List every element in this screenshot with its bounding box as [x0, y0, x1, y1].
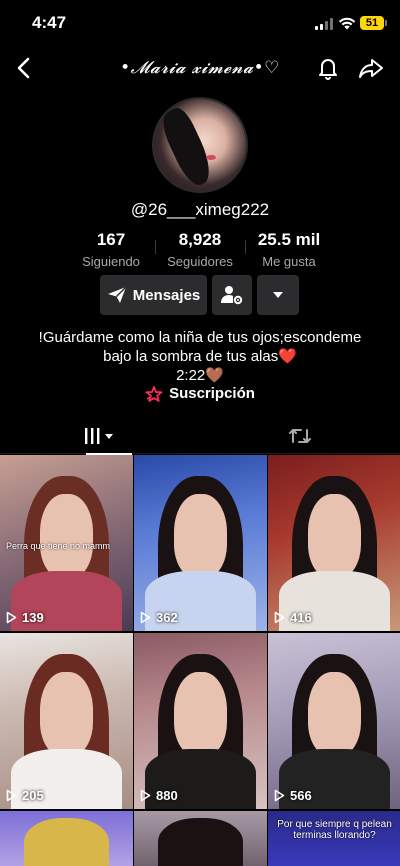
profile-stats: 167 Siguiendo 8,928 Seguidores 25.5 mil … — [0, 230, 400, 270]
tab-reposts[interactable] — [200, 418, 400, 454]
video-grid: Perra que tiene no mamm 139 362 416 205 — [0, 455, 400, 866]
bio-line: bajo la sombra de tus alas❤️ — [103, 348, 297, 365]
video-tile[interactable]: 566 — [268, 633, 400, 809]
tab-videos[interactable] — [0, 418, 200, 455]
view-count-value: 139 — [22, 610, 44, 625]
video-tile[interactable] — [134, 811, 267, 866]
profile-header: •𝓜𝓪𝓻𝓲𝓪 𝔁𝓲𝓶𝓮𝓷𝓪•♡ — [0, 48, 400, 88]
content-tabs — [0, 418, 400, 455]
video-tile[interactable]: Por que siempre q pelean terminas lloran… — [268, 811, 400, 866]
message-button-label: Mensajes — [132, 286, 201, 304]
view-count-value: 880 — [156, 788, 178, 803]
message-button[interactable]: Mensajes — [100, 275, 207, 315]
friend-settings-button[interactable] — [212, 275, 252, 315]
view-count-value: 566 — [290, 788, 312, 803]
video-tile[interactable]: 416 — [268, 455, 400, 631]
view-count-value: 416 — [290, 610, 312, 625]
repost-icon — [289, 429, 311, 443]
notifications-button[interactable] — [316, 54, 340, 82]
share-button[interactable] — [357, 54, 385, 82]
view-count-value: 205 — [22, 788, 44, 803]
video-tile[interactable]: 205 — [0, 633, 133, 809]
share-arrow-icon — [359, 59, 383, 78]
video-tile[interactable]: Perra que tiene no mamm 139 — [0, 455, 133, 631]
play-outline-icon — [274, 611, 285, 624]
status-time: 4:47 — [32, 13, 67, 32]
subscription-label: Suscripción — [169, 385, 255, 402]
stat-label: Me gusta — [262, 254, 316, 269]
view-count: 566 — [274, 788, 312, 803]
view-count-value: 362 — [156, 610, 178, 625]
person-gear-icon — [221, 286, 243, 305]
view-count: 139 — [6, 610, 44, 625]
view-count: 205 — [6, 788, 44, 803]
more-options-button[interactable] — [257, 275, 299, 315]
bio-line: !Guárdame como la niña de tus ojos;escon… — [38, 329, 362, 346]
play-outline-icon — [274, 789, 285, 802]
stat-likes[interactable]: 25.5 mil Me gusta — [229, 230, 349, 269]
caret-down-icon — [273, 292, 283, 298]
video-tile[interactable]: 362 — [134, 455, 267, 631]
play-outline-icon — [140, 611, 151, 624]
page-title: •𝓜𝓪𝓻𝓲𝓪 𝔁𝓲𝓶𝓮𝓷𝓪•♡ — [120, 58, 280, 78]
stat-value: 25.5 mil — [257, 230, 321, 249]
status-bar: 4:47 51 — [0, 0, 400, 48]
play-outline-icon — [140, 789, 151, 802]
username: @26___ximeg222 — [130, 200, 270, 219]
avatar[interactable] — [152, 97, 248, 193]
video-caption: Perra que tiene no mamm — [6, 541, 111, 551]
play-outline-icon — [6, 611, 17, 624]
subscription-link[interactable]: Suscripción — [0, 385, 400, 402]
bell-icon — [319, 59, 337, 80]
view-count: 362 — [140, 610, 178, 625]
bio-line: 2:22🤎 — [176, 367, 224, 384]
video-tile[interactable]: 880 — [134, 633, 267, 809]
star-badge-icon — [145, 385, 163, 402]
wifi-icon — [338, 17, 356, 30]
video-tile[interactable] — [0, 811, 133, 866]
video-caption: Por que siempre q pelean terminas lloran… — [277, 819, 392, 841]
view-count: 880 — [140, 788, 178, 803]
paper-plane-icon — [107, 286, 127, 303]
play-outline-icon — [6, 789, 17, 802]
battery-icon: 51 — [360, 16, 387, 30]
view-count: 416 — [274, 610, 312, 625]
grid-bars-icon — [85, 428, 113, 444]
profile-actions: Mensajes — [0, 275, 400, 315]
cellular-signal-icon — [315, 18, 333, 30]
profile-bio: !Guárdame como la niña de tus ojos;escon… — [20, 328, 380, 385]
